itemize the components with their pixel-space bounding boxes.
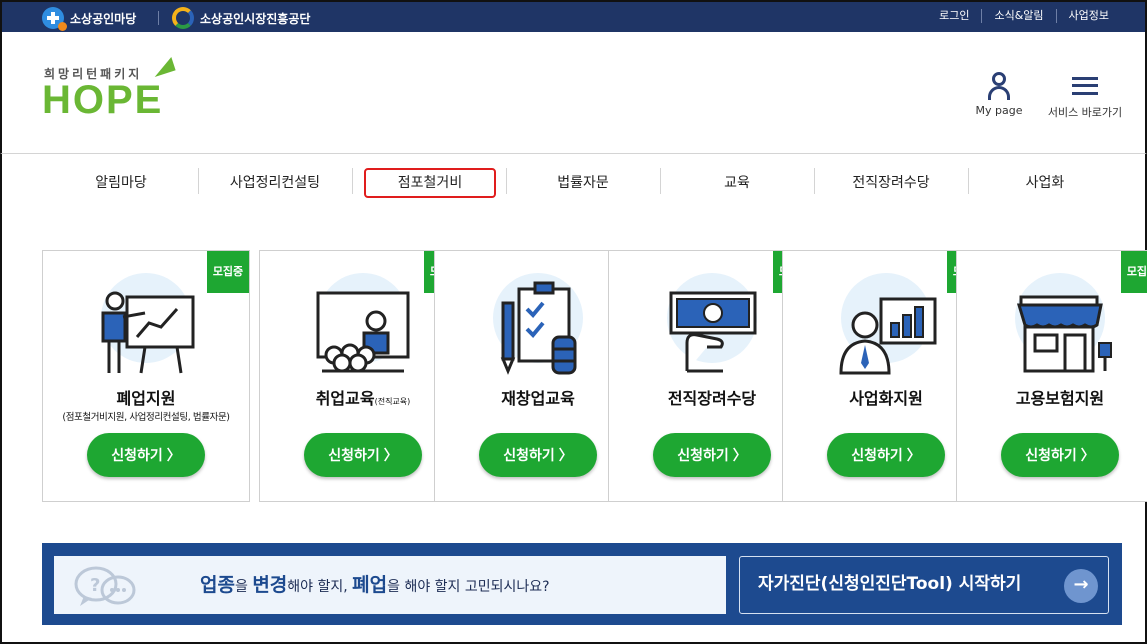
recruiting-badge: 모집중 <box>207 251 249 293</box>
money-hand-icon <box>657 273 767 383</box>
partner1-label: 소상공인마당 <box>70 11 137 26</box>
service-menu-label: 서비스 바로가기 <box>1047 106 1123 119</box>
apply-button[interactable]: 신청하기 〉 <box>87 433 205 477</box>
apply-button[interactable]: 신청하기 〉 <box>479 433 597 477</box>
partner-link-sosang-madang[interactable]: 소상공인마당 <box>42 7 137 31</box>
businessman-chart-icon <box>831 273 941 383</box>
service-card-closure-support[interactable]: 모집중 폐업지원 (점포철거비지원, 사업정리컨설팅, 법률자문) 신청하기 〉 <box>42 250 250 502</box>
divider <box>158 11 159 25</box>
person-icon <box>986 72 1012 100</box>
start-self-diagnosis-button[interactable]: 자가진단(신청인진단Tool) 시작하기 → <box>739 556 1109 614</box>
hope-logo[interactable]: 희망리턴패키지 HOPE <box>42 56 182 124</box>
svg-text:?: ? <box>90 575 100 596</box>
site-header: 희망리턴패키지 HOPE My page 서비스 바로가기 <box>0 32 1147 154</box>
card-title: 고용보험지원 <box>1015 389 1105 408</box>
partner-link-semas[interactable]: 소상공인시장진흥공단 <box>172 7 310 29</box>
service-card-employment-insurance[interactable]: 모집중 고용보험지원 신청하기 〉 <box>956 250 1147 502</box>
nav-legal-advice[interactable]: 법률자문 <box>506 168 660 198</box>
business-info-link[interactable]: 사업정보 <box>1055 9 1121 23</box>
news-link[interactable]: 소식&알림 <box>981 9 1055 23</box>
speech-bubble-question-icon: ? <box>74 566 136 606</box>
top-bar: 소상공인마당 소상공인시장진흥공단 로그인 소식&알림 사업정보 <box>0 0 1147 32</box>
mypage-label: My page <box>975 104 1023 117</box>
recruiting-badge: 모집중 <box>1121 251 1147 293</box>
service-menu-button[interactable]: 서비스 바로가기 <box>1045 72 1125 120</box>
sosang-madang-logo-icon <box>42 7 67 31</box>
semas-logo-icon <box>172 7 194 29</box>
apply-button[interactable]: 신청하기 〉 <box>304 433 422 477</box>
nav-education[interactable]: 교육 <box>660 168 814 198</box>
partner2-label: 소상공인시장진흥공단 <box>200 11 311 26</box>
nav-divider <box>352 168 353 194</box>
login-link[interactable]: 로그인 <box>927 9 981 23</box>
top-links: 로그인 소식&알림 사업정보 <box>927 9 1121 23</box>
card-subtitle: (점포철거비지원, 사업정리컨설팅, 법률자문) <box>62 412 230 423</box>
hamburger-menu-icon <box>1072 72 1098 100</box>
self-diagnosis-banner: ? 업종을 변경해야 할지, 폐업을 해야 할지 고민되시나요? 자가진단(신청… <box>42 543 1122 625</box>
classroom-icon <box>308 273 418 383</box>
brand-wordmark: HOPE <box>42 78 164 122</box>
mypage-button[interactable]: My page <box>959 72 1039 117</box>
apply-button[interactable]: 신청하기 〉 <box>827 433 945 477</box>
self-diagnosis-label: 자가진단(신청인진단Tool) 시작하기 <box>758 574 1022 594</box>
checklist-icon <box>483 273 593 383</box>
nav-store-demolition[interactable]: 점포철거비 <box>364 168 496 198</box>
paper-plane-icon <box>150 56 176 78</box>
card-title: 폐업지원 <box>116 389 176 408</box>
nav-job-allowance[interactable]: 전직장려수당 <box>814 168 968 198</box>
nav-business-consulting[interactable]: 사업정리컨설팅 <box>198 168 352 198</box>
main-nav: 알림마당 사업정리컨설팅 점포철거비 법률자문 교육 전직장려수당 사업화 <box>0 154 1147 214</box>
banner-question-text: 업종을 변경해야 할지, 폐업을 해야 할지 고민되시나요? <box>200 574 550 596</box>
presentation-icon <box>91 273 201 383</box>
storefront-icon <box>1005 273 1115 383</box>
apply-button[interactable]: 신청하기 〉 <box>653 433 771 477</box>
nav-notice[interactable]: 알림마당 <box>44 168 198 198</box>
banner-question-panel: ? 업종을 변경해야 할지, 폐업을 해야 할지 고민되시나요? <box>54 556 726 614</box>
nav-commercialization[interactable]: 사업화 <box>968 168 1122 198</box>
arrow-right-icon: → <box>1064 569 1098 603</box>
apply-button[interactable]: 신청하기 〉 <box>1001 433 1119 477</box>
